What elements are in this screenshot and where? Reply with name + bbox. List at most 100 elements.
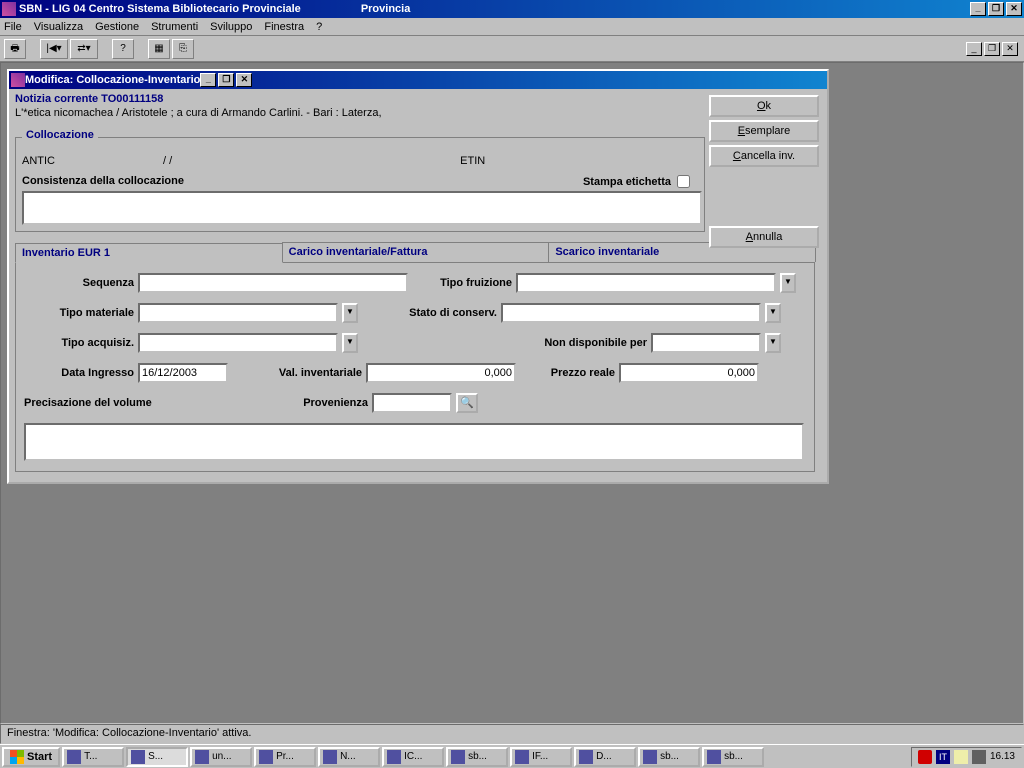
mdi-client-area: Modifica: Collocazione-Inventario _ ❐ ✕ …: [0, 62, 1024, 724]
stato-conserv-input[interactable]: [501, 303, 761, 323]
tray-lang-icon[interactable]: IT: [936, 750, 950, 764]
stato-conserv-dropdown[interactable]: ▼: [765, 303, 781, 323]
val-inventariale-label: Val. inventariale: [232, 367, 362, 379]
menu-strumenti[interactable]: Strumenti: [151, 21, 198, 33]
stampa-etichetta-checkbox[interactable]: [677, 175, 690, 188]
taskbar-task[interactable]: sb...: [446, 747, 508, 767]
menu-help[interactable]: ?: [316, 21, 322, 33]
data-ingresso-input[interactable]: [138, 363, 228, 383]
maximize-button[interactable]: ❐: [988, 2, 1004, 16]
help-button[interactable]: ?: [112, 39, 134, 59]
app-title-right: Provincia: [361, 3, 411, 15]
menu-gestione[interactable]: Gestione: [95, 21, 139, 33]
child-icon: [11, 73, 25, 87]
child-maximize-button[interactable]: ❐: [218, 73, 234, 87]
close-button[interactable]: ✕: [1006, 2, 1022, 16]
stampa-etichetta-label: Stampa etichetta: [583, 176, 671, 188]
notizia-corrente-label: Notizia corrente TO00111158: [15, 93, 821, 105]
collocazione-legend: Collocazione: [22, 129, 98, 141]
non-disponibile-dropdown[interactable]: ▼: [765, 333, 781, 353]
tipo-acquisiz-input[interactable]: [138, 333, 338, 353]
sequenza-label: Sequenza: [24, 277, 134, 289]
mdi-window-controls: _ ❐ ✕: [966, 42, 1018, 56]
toolbar: 🖶 |◀▾ ⇄▾ ? ▦ ⎘ _ ❐ ✕: [0, 36, 1024, 62]
taskbar-task[interactable]: D...: [574, 747, 636, 767]
provenienza-input[interactable]: [372, 393, 452, 413]
menu-finestra[interactable]: Finestra: [264, 21, 304, 33]
tipo-fruizione-input[interactable]: [516, 273, 776, 293]
nav-first-button[interactable]: |◀▾: [40, 39, 68, 59]
taskbar-task[interactable]: un...: [190, 747, 252, 767]
child-close-button[interactable]: ✕: [236, 73, 252, 87]
tipo-acquisiz-dropdown[interactable]: ▼: [342, 333, 358, 353]
task-icon: [707, 750, 721, 764]
tipo-fruizione-dropdown[interactable]: ▼: [780, 273, 796, 293]
non-disponibile-input[interactable]: [651, 333, 761, 353]
task-icon: [515, 750, 529, 764]
menu-file[interactable]: File: [4, 21, 22, 33]
child-title-text: Modifica: Collocazione-Inventario: [25, 74, 200, 86]
menubar: File Visualizza Gestione Strumenti Svilu…: [0, 18, 1024, 36]
taskbar-task[interactable]: Pr...: [254, 747, 316, 767]
clock: 16.13: [990, 751, 1015, 762]
val-inventariale-input[interactable]: [366, 363, 516, 383]
taskbar-task[interactable]: S...: [126, 747, 188, 767]
annulla-button[interactable]: AnnullaAnnulla: [709, 226, 819, 248]
tray-icon-1[interactable]: [918, 750, 932, 764]
mdi-restore-button[interactable]: ❐: [984, 42, 1000, 56]
taskbar-task[interactable]: IC...: [382, 747, 444, 767]
start-button[interactable]: Start: [2, 747, 60, 767]
task-icon: [451, 750, 465, 764]
tab-inventario[interactable]: Inventario EUR 1: [15, 243, 283, 263]
child-minimize-button[interactable]: _: [200, 73, 216, 87]
status-text: Finestra: 'Modifica: Collocazione-Invent…: [7, 727, 251, 739]
mdi-minimize-button[interactable]: _: [966, 42, 982, 56]
precisazione-label: Precisazione del volume: [24, 397, 204, 409]
child-titlebar: Modifica: Collocazione-Inventario _ ❐ ✕: [9, 71, 827, 89]
mdi-close-button[interactable]: ✕: [1002, 42, 1018, 56]
taskbar-task[interactable]: sb...: [702, 747, 764, 767]
task-icon: [579, 750, 593, 764]
prezzo-reale-input[interactable]: [619, 363, 759, 383]
esemplare-button[interactable]: EsemplareEsemplare: [709, 120, 819, 142]
menu-sviluppo[interactable]: Sviluppo: [210, 21, 252, 33]
layout-button[interactable]: ▦: [148, 39, 170, 59]
tipo-materiale-input[interactable]: [138, 303, 338, 323]
task-icon: [643, 750, 657, 764]
tray-icon-4[interactable]: [972, 750, 986, 764]
non-disponibile-label: Non disponibile per: [362, 337, 647, 349]
windows-logo-icon: [10, 750, 24, 764]
print-button[interactable]: 🖶: [4, 39, 26, 59]
taskbar-task[interactable]: sb...: [638, 747, 700, 767]
precisazione-textarea[interactable]: [24, 423, 804, 461]
nav-tree-button[interactable]: ⇄▾: [70, 39, 98, 59]
taskbar-task[interactable]: T...: [62, 747, 124, 767]
cancella-inv-button[interactable]: Cancella inv.Cancella inv.: [709, 145, 819, 167]
consistenza-textarea[interactable]: [22, 191, 702, 225]
colloc-sep: / /: [163, 155, 172, 167]
colloc-left: ANTIC: [22, 155, 55, 167]
tipo-materiale-dropdown[interactable]: ▼: [342, 303, 358, 323]
tray-icon-3[interactable]: [954, 750, 968, 764]
provenienza-search-button[interactable]: 🔍: [456, 393, 478, 413]
taskbar: Start T...S...un...Pr...N...IC...sb...IF…: [0, 744, 1024, 768]
tipo-acquisiz-label: Tipo acquisiz.: [24, 337, 134, 349]
tab-carico[interactable]: Carico inventariale/Fattura: [282, 242, 550, 262]
app-icon: [2, 2, 16, 16]
ok-button[interactable]: OOkk: [709, 95, 819, 117]
task-icon: [323, 750, 337, 764]
statusbar: Finestra: 'Modifica: Collocazione-Invent…: [0, 724, 1024, 744]
app-title: SBN - LIG 04 Centro Sistema Bibliotecari…: [19, 3, 301, 15]
data-ingresso-label: Data Ingresso: [24, 367, 134, 379]
taskbar-task[interactable]: IF...: [510, 747, 572, 767]
system-tray: IT 16.13: [911, 747, 1022, 767]
minimize-button[interactable]: _: [970, 2, 986, 16]
sequenza-input[interactable]: [138, 273, 408, 293]
provenienza-label: Provenienza: [208, 397, 368, 409]
exit-button[interactable]: ⎘: [172, 39, 194, 59]
task-icon: [387, 750, 401, 764]
colloc-right: ETIN: [460, 155, 485, 167]
taskbar-task[interactable]: N...: [318, 747, 380, 767]
menu-visualizza[interactable]: Visualizza: [34, 21, 83, 33]
task-icon: [195, 750, 209, 764]
